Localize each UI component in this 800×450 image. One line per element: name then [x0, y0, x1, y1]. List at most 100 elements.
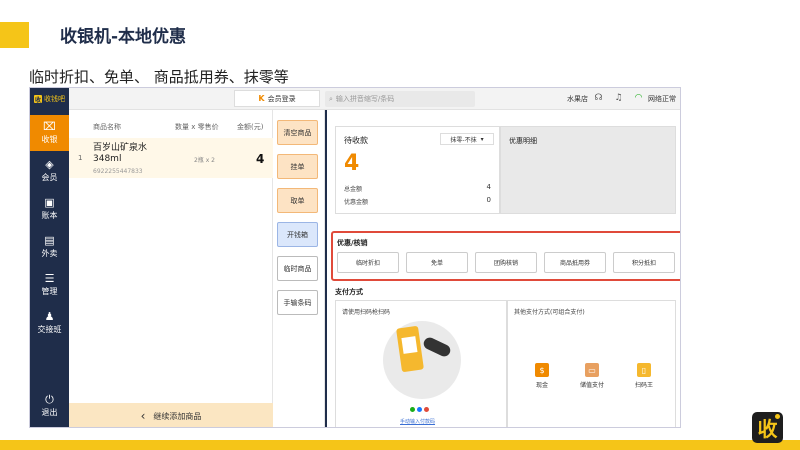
bottom-accent-bar [0, 440, 800, 450]
headset-icon[interactable]: ☊ [593, 93, 604, 104]
logo-dot [775, 414, 780, 419]
pending-amount: 4 [344, 151, 360, 176]
search-input[interactable]: ⌕ 输入拼音缩写/条码 [325, 91, 475, 107]
member-login-label: 会员登录 [267, 94, 296, 103]
pending-box: 待收款 抹零-不抹 ▾ 4 总金额 4 优惠金额 0 [335, 126, 500, 214]
sidebar-item-label: 退出 [41, 408, 58, 417]
retrieve-order-button[interactable]: 取单 [277, 188, 318, 213]
pay-methods-title: 支付方式 [335, 288, 363, 296]
pay-brand-dot-icon [424, 407, 429, 412]
pay-brand-dot-icon [410, 407, 415, 412]
header-amount: 金额(元) [237, 123, 264, 131]
payment-panel: 待收款 抹零-不抹 ▾ 4 总金额 4 优惠金额 0 优惠明细 优惠/核销 临时… [325, 110, 680, 427]
total-label: 总金额 [344, 186, 363, 193]
cash-pay-button[interactable]: $ 现金 [522, 363, 562, 389]
add-more-button[interactable]: ‹ 继续添加商品 [69, 403, 273, 427]
manual-barcode-button[interactable]: 手输条码 [277, 290, 318, 315]
coupon-section: 优惠/核销 临时折扣 免单 团购核销 商品抵用券 积分抵扣 [331, 231, 680, 281]
sidebar-item-label: 收银 [41, 135, 58, 144]
pending-title: 待收款 [344, 136, 368, 145]
row-qty-price: 2瓶 x 2 [194, 157, 216, 164]
open-cash-drawer-button[interactable]: 开钱箱 [277, 222, 318, 247]
manual-code-link[interactable]: 手动输入付款码 [400, 418, 435, 425]
row-product-spec: 348ml [93, 154, 122, 164]
header-product-name: 商品名称 [93, 123, 121, 131]
sidebar-item-manage[interactable]: ☰ 管理 [30, 267, 69, 303]
handover-icon: ♟ [44, 310, 55, 323]
temp-discount-button[interactable]: 临时折扣 [337, 252, 399, 273]
pay-brand-dot-icon [417, 407, 422, 412]
caret-down-icon: ▾ [480, 135, 484, 143]
scan-pay-box: 请使用扫码枪扫码 手动输入付款码 [335, 300, 507, 427]
discount-detail-title: 优惠明细 [509, 137, 537, 145]
erase-select[interactable]: 抹零-不抹 ▾ [440, 133, 494, 145]
temp-item-button[interactable]: 临时商品 [277, 256, 318, 281]
other-pay-box: 其他支付方式(可组合支付) $ 现金 ▭ 储值支付 ▯ 扫码王 [507, 300, 676, 427]
network-status: 网络正常 [648, 95, 676, 103]
scan-illustration [383, 321, 461, 399]
member-k-icon: K [258, 94, 265, 103]
product-voucher-button[interactable]: 商品抵用券 [544, 252, 606, 273]
discount-label: 优惠金额 [344, 199, 369, 206]
row-product-title: 百岁山矿泉水 [93, 143, 148, 153]
erase-select-value: 抹零-不抹 [450, 136, 477, 144]
coupon-title: 优惠/核销 [337, 239, 368, 247]
discount-value: 0 [486, 196, 491, 204]
chevron-left-icon: ‹ [140, 409, 146, 423]
stored-value-icon: ▭ [585, 363, 599, 377]
sidebar-item-label: 会员 [41, 173, 58, 182]
clear-items-button[interactable]: 清空商品 [277, 120, 318, 145]
other-pay-title: 其他支付方式(可组合支付) [514, 309, 585, 316]
cart-panel: 商品名称 数量 x 零售价 金额(元) 1 百岁山矿泉水 348ml 69222… [69, 110, 273, 427]
manage-icon: ☰ [44, 272, 55, 285]
action-column: 清空商品 挂单 取单 开钱箱 临时商品 手输条码 [273, 110, 325, 427]
cashier-icon: ⌧ [43, 120, 56, 133]
sidebar-item-handover[interactable]: ♟ 交接班 [30, 305, 69, 341]
table-row[interactable]: 1 百岁山矿泉水 348ml 6922255447833 2瓶 x 2 4 [69, 138, 273, 178]
wifi-icon: ◠ [634, 93, 643, 103]
sidebar-item-logout[interactable]: ⏻ 退出 [30, 388, 69, 424]
logout-icon: ⏻ [45, 393, 54, 406]
total-value: 4 [486, 183, 491, 191]
accent-bar [0, 22, 29, 48]
takeout-icon: ▤ [44, 234, 55, 247]
bell-icon[interactable]: ♫ [613, 93, 624, 104]
member-icon: ◈ [45, 158, 54, 171]
cash-icon: $ [535, 363, 549, 377]
row-amount: 4 [256, 152, 265, 166]
pay-method-label: 现金 [535, 382, 548, 389]
slide-subtitle: 临时折扣、免单、 商品抵用券、抹零等 [29, 68, 289, 86]
sidebar-item-member[interactable]: ◈ 会员 [30, 153, 69, 189]
sidebar-item-cashier[interactable]: ⌧ 收银 [30, 115, 69, 151]
sidebar-item-ledger[interactable]: ▣ 账本 [30, 191, 69, 227]
free-order-button[interactable]: 免单 [406, 252, 468, 273]
discount-detail: 优惠明细 [500, 126, 676, 214]
scanner-king-pay-button[interactable]: ▯ 扫码王 [624, 363, 664, 389]
ledger-icon: ▣ [44, 196, 55, 209]
row-product-name: 百岁山矿泉水 348ml [93, 143, 147, 165]
header-qty-price: 数量 x 零售价 [175, 123, 219, 131]
sidebar-item-label: 外卖 [41, 249, 58, 258]
scanner-king-icon: ▯ [637, 363, 651, 377]
stored-value-pay-button[interactable]: ▭ 储值支付 [572, 363, 612, 389]
sidebar-item-label: 管理 [41, 287, 58, 296]
qr-code-icon [401, 336, 418, 354]
search-icon: ⌕ [329, 94, 333, 103]
slide: 收银机-本地优惠 临时折扣、免单、 商品抵用券、抹零等 收 收钱吧 K 会员登录… [0, 0, 800, 450]
corner-logo: 收 [752, 412, 783, 443]
group-verify-button[interactable]: 团购核销 [475, 252, 537, 273]
member-login-button[interactable]: K 会员登录 [234, 90, 320, 107]
hold-order-button[interactable]: 挂单 [277, 154, 318, 179]
brand-name: 收钱吧 [44, 95, 65, 103]
brand-logo: 收 收钱吧 [30, 88, 69, 110]
sidebar-item-label: 账本 [41, 211, 58, 220]
scan-hint: 请使用扫码枪扫码 [342, 309, 391, 316]
row-index: 1 [78, 154, 83, 162]
sidebar-item-takeout[interactable]: ▤ 外卖 [30, 229, 69, 265]
pos-app-window: 收 收钱吧 K 会员登录 ⌕ 输入拼音缩写/条码 水果店 ☊ ♫ ◠ 网络正常 … [29, 87, 681, 428]
points-deduct-button[interactable]: 积分抵扣 [613, 252, 675, 273]
pay-method-label: 储值支付 [579, 382, 604, 389]
add-more-label: 继续添加商品 [153, 411, 202, 421]
top-bar: 收 收钱吧 K 会员登录 ⌕ 输入拼音缩写/条码 水果店 ☊ ♫ ◠ 网络正常 [30, 88, 680, 110]
phone-icon [396, 325, 424, 373]
